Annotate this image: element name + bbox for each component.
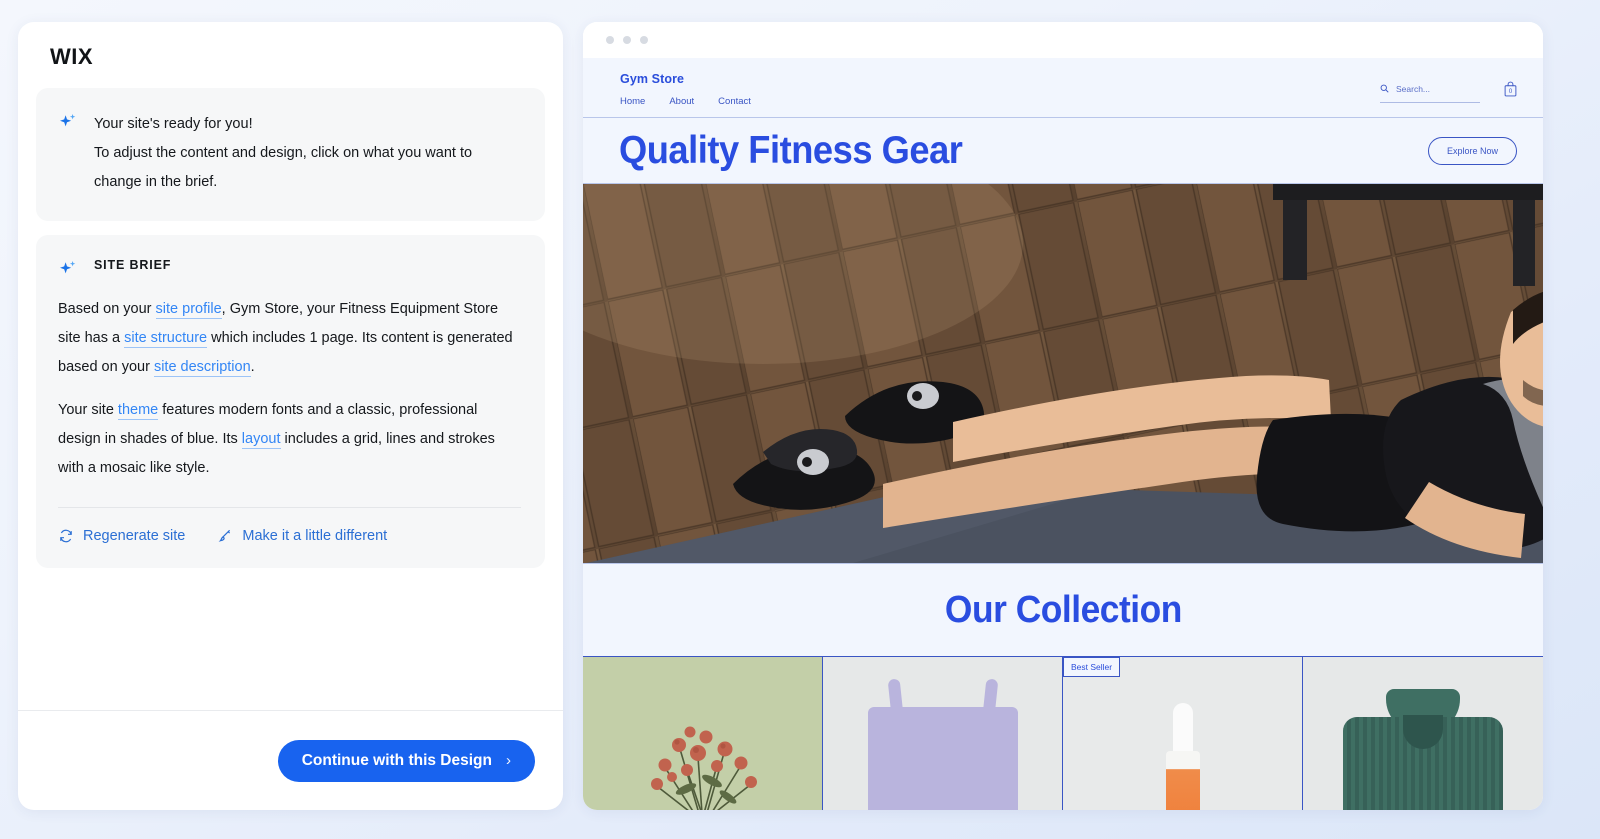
best-seller-badge: Best Seller — [1063, 657, 1121, 677]
dropper-bottle-illustration — [1165, 703, 1200, 810]
regenerate-site-button[interactable]: Regenerate site — [58, 528, 185, 544]
ready-line-2: To adjust the content and design, click … — [94, 145, 473, 190]
hero-title: Quality Fitness Gear — [619, 128, 963, 172]
hero-illustration — [583, 184, 1543, 563]
link-theme[interactable]: theme — [117, 402, 159, 420]
tote-bag-illustration — [867, 707, 1018, 810]
make-it-different-label: Make it a little different — [242, 528, 388, 544]
collection-band: Our Collection — [583, 564, 1543, 657]
continue-label: Continue with this Design — [301, 751, 492, 769]
product-card-dropper-bottle[interactable]: Best Seller — [1063, 657, 1303, 810]
window-dot-maximize[interactable] — [640, 36, 648, 44]
site-brief-title: SITE BRIEF — [94, 258, 172, 272]
cart-button[interactable]: 0 — [1504, 81, 1517, 102]
search-placeholder: Search... — [1396, 84, 1431, 94]
site-ready-text: Your site's ready for you! To adjust the… — [94, 110, 514, 197]
dried-flowers-illustration — [650, 726, 757, 810]
knit-sweater-illustration — [1343, 689, 1503, 810]
product-grid: Best Seller — [583, 657, 1543, 810]
brief-p1-seg1: Based on your — [58, 301, 156, 317]
brief-actions: Regenerate site Make it a little differe… — [58, 528, 521, 544]
window-dot-minimize[interactable] — [623, 36, 631, 44]
link-site-profile[interactable]: site profile — [155, 301, 222, 319]
site-ready-card: Your site's ready for you! To adjust the… — [36, 88, 545, 221]
ready-line-1: Your site's ready for you! — [94, 116, 253, 132]
brief-divider — [58, 507, 521, 508]
nav-item-about[interactable]: About — [669, 96, 694, 107]
cart-count: 0 — [1508, 89, 1513, 95]
collection-title: Our Collection — [944, 588, 1182, 631]
site-brief-body: Based on your site profile, Gym Store, y… — [58, 295, 521, 483]
window-dot-close[interactable] — [606, 36, 614, 44]
site-header: Gym Store Home About Contact Search... 0 — [583, 58, 1543, 118]
brief-paragraph-1: Based on your site profile, Gym Store, y… — [58, 295, 521, 382]
panel-body: Your site's ready for you! To adjust the… — [18, 70, 563, 710]
site-preview-panel: Gym Store Home About Contact Search... 0… — [583, 22, 1543, 810]
brief-paragraph-2: Your site theme features modern fonts an… — [58, 396, 521, 483]
refresh-icon — [58, 528, 74, 544]
regenerate-site-label: Regenerate site — [83, 528, 186, 544]
link-site-structure[interactable]: site structure — [124, 330, 208, 348]
nav-item-home[interactable]: Home — [620, 96, 645, 107]
continue-with-design-button[interactable]: Continue with this Design › — [277, 739, 535, 782]
link-layout[interactable]: layout — [241, 431, 281, 449]
product-card-tote-bag[interactable] — [823, 657, 1063, 810]
brief-p2-seg1: Your site — [58, 402, 118, 418]
site-brief-card: SITE BRIEF Based on your site profile, G… — [36, 235, 545, 568]
hero-title-bar: Quality Fitness Gear Explore Now — [583, 118, 1543, 184]
sparkle-icon — [58, 112, 78, 132]
search-icon — [1380, 80, 1389, 98]
search-input[interactable]: Search... — [1380, 80, 1480, 103]
sparkle-icon — [58, 259, 78, 279]
product-card-dried-flowers[interactable] — [583, 657, 823, 810]
brief-p1-seg4: . — [250, 359, 255, 375]
nav-item-contact[interactable]: Contact — [718, 96, 751, 107]
wix-logo: WIX — [50, 44, 94, 69]
explore-now-button[interactable]: Explore Now — [1427, 136, 1517, 165]
panel-footer: Continue with this Design › — [18, 710, 563, 810]
preview-browser-bar — [583, 22, 1543, 58]
product-card-knit-sweater[interactable] — [1303, 657, 1543, 810]
hero-image — [583, 184, 1543, 564]
link-site-description[interactable]: site description — [153, 359, 251, 377]
chevron-right-icon: › — [506, 752, 511, 769]
wix-editor-panel: WIX Your site's ready for you! To adjust… — [18, 22, 563, 810]
site-header-right: Search... 0 — [1380, 80, 1517, 103]
brush-icon — [217, 528, 233, 544]
make-it-different-button[interactable]: Make it a little different — [217, 528, 387, 544]
